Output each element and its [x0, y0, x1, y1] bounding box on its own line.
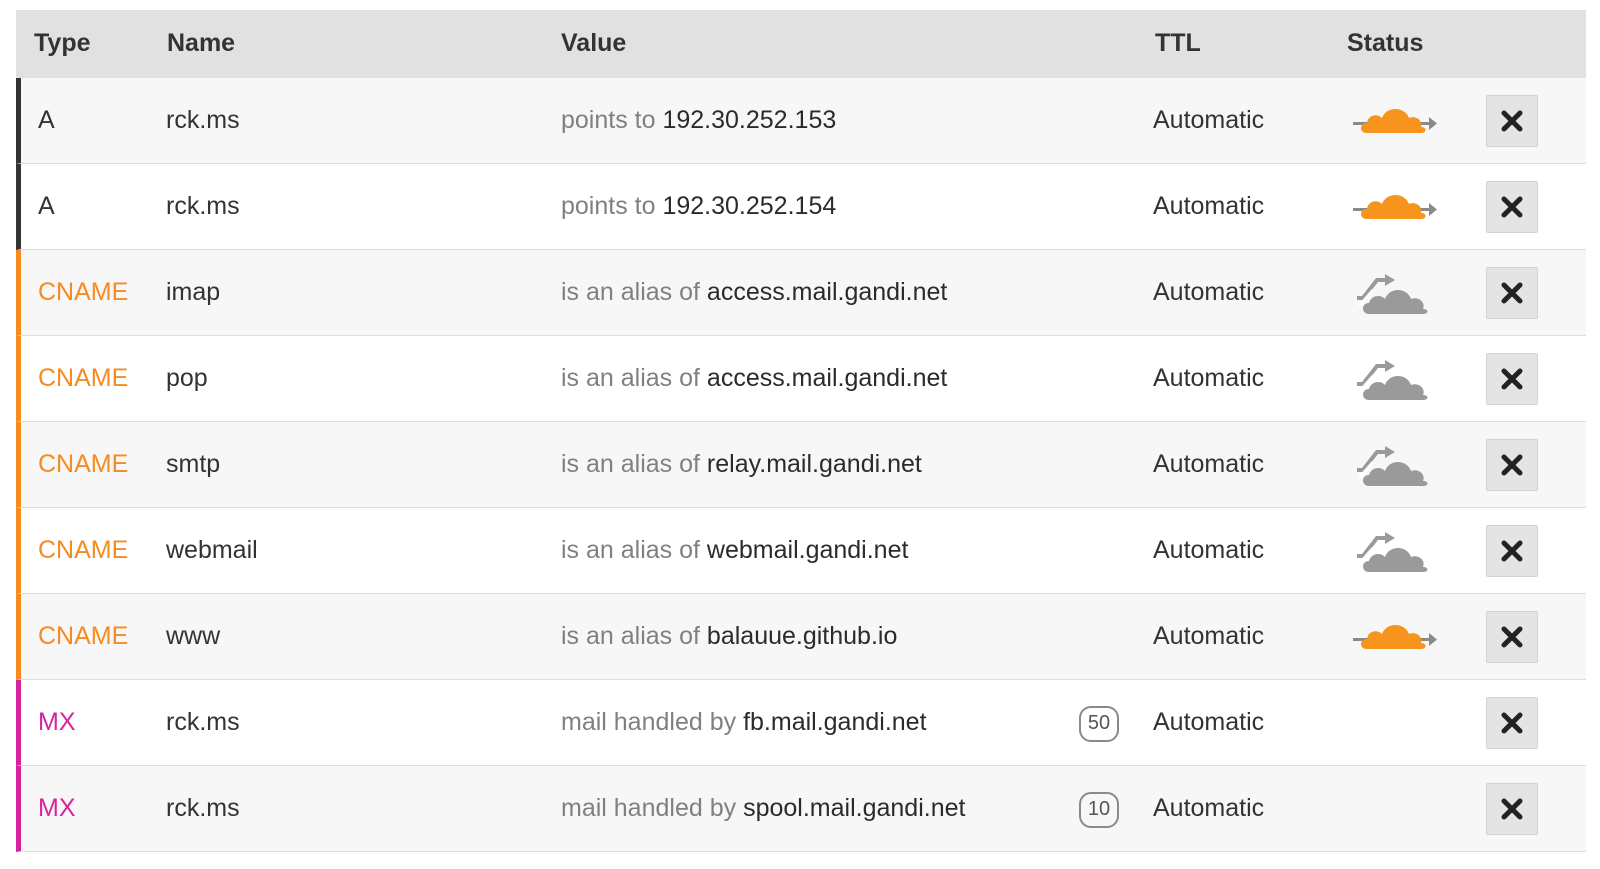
mx-priority-badge[interactable]: 10: [1079, 792, 1119, 828]
delete-record-button[interactable]: [1486, 783, 1538, 835]
record-ttl[interactable]: Automatic: [1153, 164, 1264, 249]
dns-only-cloud-icon[interactable]: [1349, 354, 1441, 404]
record-type: MX: [38, 794, 76, 822]
record-type: A: [38, 192, 55, 220]
record-name[interactable]: pop: [166, 336, 208, 421]
record-value-target: webmail.gandi.net: [706, 536, 909, 564]
record-value-prefix: points to: [561, 106, 656, 134]
record-value-target: spool.mail.gandi.net: [743, 794, 966, 822]
record-value-prefix: is an alias of: [561, 278, 700, 306]
record-name[interactable]: smtp: [166, 422, 220, 507]
table-row[interactable]: CNAME webmail is an alias of webmail.gandi…: [16, 508, 1586, 594]
record-value-prefix: points to: [561, 192, 656, 220]
record-value-target: fb.mail.gandi.net: [743, 708, 927, 736]
record-value[interactable]: mail handled by fb.mail.gandi.net: [561, 680, 927, 765]
record-value[interactable]: points to 192.30.252.154: [561, 164, 836, 249]
table-row[interactable]: CNAME pop is an alias of access.mail.gandi…: [16, 336, 1586, 422]
record-type: CNAME: [38, 278, 129, 306]
dns-only-cloud-icon[interactable]: [1349, 268, 1441, 318]
record-value[interactable]: is an alias of balauue.github.io: [561, 594, 897, 679]
record-value-target: 192.30.252.153: [662, 106, 837, 134]
record-value-prefix: is an alias of: [561, 364, 700, 392]
record-type: CNAME: [38, 536, 129, 564]
record-rows: Arck.ms points to 192.30.252.153 Automatic…: [16, 78, 1586, 852]
record-value[interactable]: is an alias of relay.mail.gandi.net: [561, 422, 922, 507]
header-value: Value: [561, 29, 627, 57]
record-value-prefix: is an alias of: [561, 536, 700, 564]
proxied-cloud-icon[interactable]: [1349, 96, 1441, 146]
record-type: A: [38, 106, 55, 134]
record-value-target: access.mail.gandi.net: [706, 278, 948, 306]
record-value-prefix: mail handled by: [561, 708, 737, 736]
record-type: CNAME: [38, 622, 129, 650]
record-name[interactable]: rck.ms: [166, 78, 240, 163]
header-ttl: TTL: [1155, 29, 1201, 57]
record-ttl[interactable]: Automatic: [1153, 766, 1264, 851]
mx-priority-badge[interactable]: 50: [1079, 706, 1119, 742]
dns-records-table: Type Name Value TTL Status Arck.ms points…: [16, 0, 1586, 869]
record-value-target: 192.30.252.154: [662, 192, 837, 220]
record-type: CNAME: [38, 450, 129, 478]
delete-record-button[interactable]: [1486, 95, 1538, 147]
record-value-target: relay.mail.gandi.net: [706, 450, 922, 478]
record-value-prefix: is an alias of: [561, 622, 700, 650]
record-value[interactable]: is an alias of access.mail.gandi.net: [561, 250, 947, 335]
proxied-cloud-icon[interactable]: [1349, 182, 1441, 232]
table-row[interactable]: Arck.ms points to 192.30.252.153 Automatic: [16, 78, 1586, 164]
record-name[interactable]: rck.ms: [166, 680, 240, 765]
record-name[interactable]: rck.ms: [166, 766, 240, 851]
record-ttl[interactable]: Automatic: [1153, 336, 1264, 421]
record-ttl[interactable]: Automatic: [1153, 594, 1264, 679]
header-status: Status: [1347, 29, 1424, 57]
record-name[interactable]: imap: [166, 250, 220, 335]
record-value[interactable]: mail handled by spool.mail.gandi.net: [561, 766, 965, 851]
record-name[interactable]: webmail: [166, 508, 258, 593]
record-type: MX: [38, 708, 76, 736]
delete-record-button[interactable]: [1486, 525, 1538, 577]
table-row[interactable]: MX rck.ms mail handled by spool.mail.gandi…: [16, 766, 1586, 852]
record-value-target: access.mail.gandi.net: [706, 364, 948, 392]
table-row[interactable]: Arck.ms points to 192.30.252.154 Automatic: [16, 164, 1586, 250]
dns-only-cloud-icon[interactable]: [1349, 526, 1441, 576]
table-header: Type Name Value TTL Status: [16, 10, 1586, 78]
record-value-prefix: is an alias of: [561, 450, 700, 478]
record-ttl[interactable]: Automatic: [1153, 250, 1264, 335]
record-name[interactable]: www: [166, 594, 220, 679]
delete-record-button[interactable]: [1486, 181, 1538, 233]
delete-record-button[interactable]: [1486, 353, 1538, 405]
header-type: Type: [34, 29, 91, 57]
record-value-prefix: mail handled by: [561, 794, 737, 822]
table-row[interactable]: CNAME smtp is an alias of relay.mail.gandi…: [16, 422, 1586, 508]
record-ttl[interactable]: Automatic: [1153, 422, 1264, 507]
record-ttl[interactable]: Automatic: [1153, 680, 1264, 765]
table-row[interactable]: CNAME imap is an alias of access.mail.gand…: [16, 250, 1586, 336]
delete-record-button[interactable]: [1486, 697, 1538, 749]
record-value[interactable]: is an alias of webmail.gandi.net: [561, 508, 908, 593]
header-name: Name: [167, 29, 236, 57]
record-value[interactable]: points to 192.30.252.153: [561, 78, 836, 163]
delete-record-button[interactable]: [1486, 611, 1538, 663]
delete-record-button[interactable]: [1486, 439, 1538, 491]
table-row[interactable]: MX rck.ms mail handled by fb.mail.gandi.ne…: [16, 680, 1586, 766]
record-type: CNAME: [38, 364, 129, 392]
record-value-target: balauue.github.io: [706, 622, 898, 650]
record-name[interactable]: rck.ms: [166, 164, 240, 249]
record-ttl[interactable]: Automatic: [1153, 78, 1264, 163]
proxied-cloud-icon[interactable]: [1349, 612, 1441, 662]
dns-only-cloud-icon[interactable]: [1349, 440, 1441, 490]
record-ttl[interactable]: Automatic: [1153, 508, 1264, 593]
table-row[interactable]: CNAME www is an alias of balauue.github.io…: [16, 594, 1586, 680]
delete-record-button[interactable]: [1486, 267, 1538, 319]
record-value[interactable]: is an alias of access.mail.gandi.net: [561, 336, 947, 421]
